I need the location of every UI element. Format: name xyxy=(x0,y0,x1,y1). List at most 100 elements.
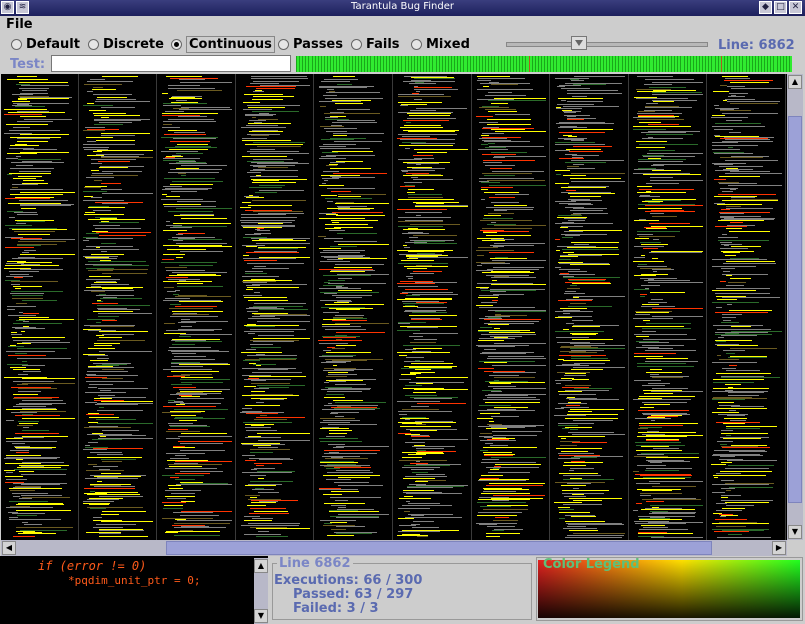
code-line-mark[interactable] xyxy=(248,318,281,319)
code-line-mark[interactable] xyxy=(241,138,267,139)
code-line-mark[interactable] xyxy=(6,479,27,480)
test-tick[interactable] xyxy=(661,56,663,72)
code-line-mark[interactable] xyxy=(487,397,537,398)
code-line-mark[interactable] xyxy=(85,478,138,479)
code-line-mark[interactable] xyxy=(397,531,440,532)
code-line-mark[interactable] xyxy=(327,403,332,404)
code-line-mark[interactable] xyxy=(404,182,422,183)
code-line-mark[interactable] xyxy=(634,356,664,357)
code-line-mark[interactable] xyxy=(637,208,683,209)
code-line-mark[interactable] xyxy=(335,297,363,298)
code-line-mark[interactable] xyxy=(319,158,347,159)
test-tick[interactable] xyxy=(596,56,598,72)
test-tick[interactable] xyxy=(776,56,778,72)
code-line-mark[interactable] xyxy=(97,481,103,482)
code-line-mark[interactable] xyxy=(402,245,407,246)
code-line-mark[interactable] xyxy=(164,178,215,179)
code-line-mark[interactable] xyxy=(722,234,728,235)
code-line-mark[interactable] xyxy=(15,504,64,505)
code-line-mark[interactable] xyxy=(568,220,585,221)
code-line-mark[interactable] xyxy=(403,490,435,491)
code-line-mark[interactable] xyxy=(164,147,217,148)
code-scroll-up-icon[interactable]: ▲ xyxy=(254,559,268,573)
code-line-mark[interactable] xyxy=(337,84,352,85)
code-line-mark[interactable] xyxy=(651,82,704,83)
code-line-mark[interactable] xyxy=(491,391,502,392)
code-line-mark[interactable] xyxy=(410,469,434,470)
code-line-mark[interactable] xyxy=(712,388,769,389)
code-line-mark[interactable] xyxy=(642,304,660,305)
code-line-mark[interactable] xyxy=(485,428,508,429)
code-line-mark[interactable] xyxy=(13,323,63,324)
code-line-mark[interactable] xyxy=(723,80,773,81)
code-line-mark[interactable] xyxy=(650,165,665,166)
code-line-mark[interactable] xyxy=(250,452,273,453)
code-line-mark[interactable] xyxy=(564,162,606,163)
code-line-mark[interactable] xyxy=(554,267,561,268)
code-line-mark[interactable] xyxy=(480,440,516,441)
code-line-mark[interactable] xyxy=(484,175,515,176)
code-line-mark[interactable] xyxy=(101,76,138,77)
code-line-mark[interactable] xyxy=(22,371,41,372)
scroll-right-icon[interactable]: ▶ xyxy=(772,541,786,555)
code-line-mark[interactable] xyxy=(564,112,577,113)
code-line-mark[interactable] xyxy=(250,176,298,177)
code-line-mark[interactable] xyxy=(179,420,198,421)
code-line-mark[interactable] xyxy=(178,173,187,174)
code-line-mark[interactable] xyxy=(398,323,411,324)
code-line-mark[interactable] xyxy=(325,436,345,437)
code-line-mark[interactable] xyxy=(652,448,679,449)
code-line-mark[interactable] xyxy=(721,488,735,489)
code-line-mark[interactable] xyxy=(559,394,596,395)
code-line-mark[interactable] xyxy=(6,441,57,442)
code-line-mark[interactable] xyxy=(636,450,683,451)
code-line-mark[interactable] xyxy=(246,355,298,356)
code-line-mark[interactable] xyxy=(178,322,196,323)
code-line-mark[interactable] xyxy=(414,87,453,88)
code-line-mark[interactable] xyxy=(168,172,220,173)
code-line-mark[interactable] xyxy=(243,386,257,387)
code-line-mark[interactable] xyxy=(567,101,604,102)
test-tick[interactable] xyxy=(748,56,750,72)
code-line-mark[interactable] xyxy=(719,85,728,86)
test-tick[interactable] xyxy=(327,56,328,72)
code-line-mark[interactable] xyxy=(403,303,444,304)
code-line-mark[interactable] xyxy=(409,336,423,337)
code-line-mark[interactable] xyxy=(100,243,117,244)
code-line-mark[interactable] xyxy=(482,447,538,448)
code-line-mark[interactable] xyxy=(90,170,100,171)
code-line-mark[interactable] xyxy=(480,506,511,507)
code-line-mark[interactable] xyxy=(409,315,457,316)
code-line-mark[interactable] xyxy=(10,293,45,294)
code-line-mark[interactable] xyxy=(572,326,601,327)
code-line-mark[interactable] xyxy=(649,505,704,506)
code-line-mark[interactable] xyxy=(244,273,268,274)
code-line-mark[interactable] xyxy=(555,311,594,312)
code-line-mark[interactable] xyxy=(5,124,48,125)
code-line-mark[interactable] xyxy=(98,167,129,168)
code-line-mark[interactable] xyxy=(411,312,447,313)
code-line-mark[interactable] xyxy=(318,288,362,289)
code-line-mark[interactable] xyxy=(720,456,735,457)
code-line-mark[interactable] xyxy=(638,236,676,237)
code-line-mark[interactable] xyxy=(711,492,726,493)
code-line-mark[interactable] xyxy=(250,344,273,345)
code-line-mark[interactable] xyxy=(726,275,732,276)
code-line-mark[interactable] xyxy=(637,428,648,429)
code-line-mark[interactable] xyxy=(414,78,456,79)
code-line-mark[interactable] xyxy=(251,117,256,118)
test-tick[interactable] xyxy=(519,56,521,72)
code-line-mark[interactable] xyxy=(254,303,307,304)
code-line-mark[interactable] xyxy=(102,273,147,274)
code-line-mark[interactable] xyxy=(491,284,547,285)
code-line-mark[interactable] xyxy=(413,149,468,150)
code-line-mark[interactable] xyxy=(326,201,334,202)
code-line-mark[interactable] xyxy=(14,433,59,434)
code-line-mark[interactable] xyxy=(397,330,420,331)
code-line-mark[interactable] xyxy=(244,495,261,496)
code-line-mark[interactable] xyxy=(245,427,271,428)
code-line-mark[interactable] xyxy=(253,338,311,339)
code-line-mark[interactable] xyxy=(162,369,212,370)
code-line-mark[interactable] xyxy=(404,289,448,290)
code-line-mark[interactable] xyxy=(328,230,345,231)
